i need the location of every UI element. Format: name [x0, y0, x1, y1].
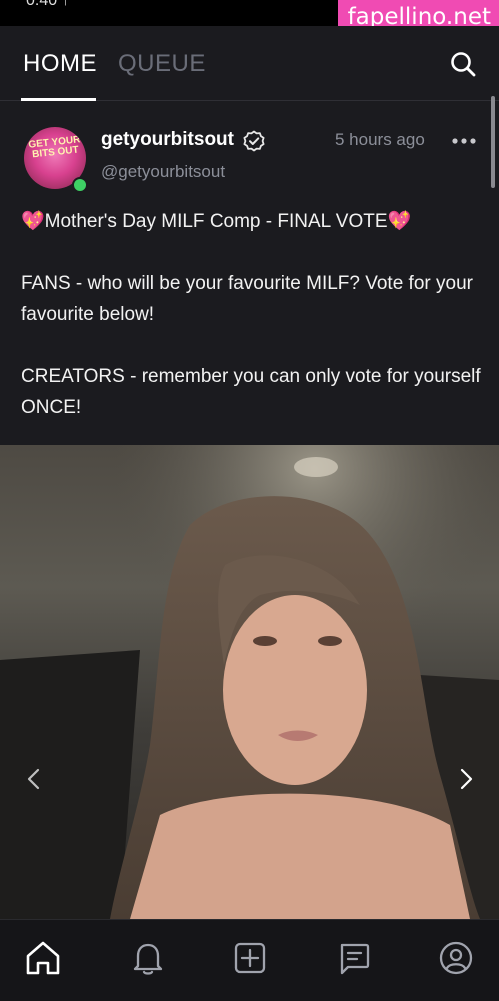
author-handle[interactable]: @getyourbitsout [101, 162, 225, 182]
online-status-dot [72, 177, 88, 193]
bottom-navigation [0, 919, 499, 1001]
post-body: 💖Mother's Day MILF Comp - FINAL VOTE💖 FA… [21, 206, 481, 423]
search-button[interactable] [449, 50, 477, 78]
search-icon [451, 52, 476, 77]
chevron-right-icon [460, 768, 473, 790]
profile-icon [439, 941, 473, 975]
post-photo [0, 445, 499, 919]
nav-messages[interactable] [335, 939, 373, 977]
chevron-left-icon [27, 768, 40, 790]
verified-badge-icon [243, 130, 265, 152]
carousel-prev-button[interactable] [24, 767, 44, 791]
home-icon [26, 941, 60, 975]
nav-home[interactable] [24, 939, 62, 977]
post-timestamp: 5 hours ago [335, 130, 425, 149]
post-creators-line: CREATORS - remember you can only vote fo… [21, 366, 481, 418]
post-media[interactable] [0, 445, 499, 919]
post-title-line: 💖Mother's Day MILF Comp - FINAL VOTE💖 [21, 211, 412, 232]
more-options-button[interactable] [452, 135, 476, 147]
plus-square-icon [234, 942, 266, 974]
tab-queue[interactable]: QUEUE [118, 50, 206, 78]
status-time: 0:40 ↑ [26, 0, 70, 9]
bell-icon [133, 943, 163, 975]
post-header: GET YOUR BITS OUT getyourbitsout @getyou… [0, 101, 499, 201]
carousel-next-button[interactable] [456, 767, 476, 791]
avatar-logo-text: GET YOUR BITS OUT [27, 134, 81, 161]
top-navigation: HOME QUEUE [0, 26, 499, 101]
nav-profile[interactable] [437, 939, 475, 977]
tab-home[interactable]: HOME [23, 50, 97, 78]
nav-create-post[interactable] [231, 939, 269, 977]
nav-notifications[interactable] [129, 939, 167, 977]
post-fans-line: FANS - who will be your favourite MILF? … [21, 273, 473, 325]
chat-icon [340, 943, 370, 975]
more-dots-icon [452, 138, 476, 144]
author-name[interactable]: getyourbitsout [101, 129, 234, 151]
